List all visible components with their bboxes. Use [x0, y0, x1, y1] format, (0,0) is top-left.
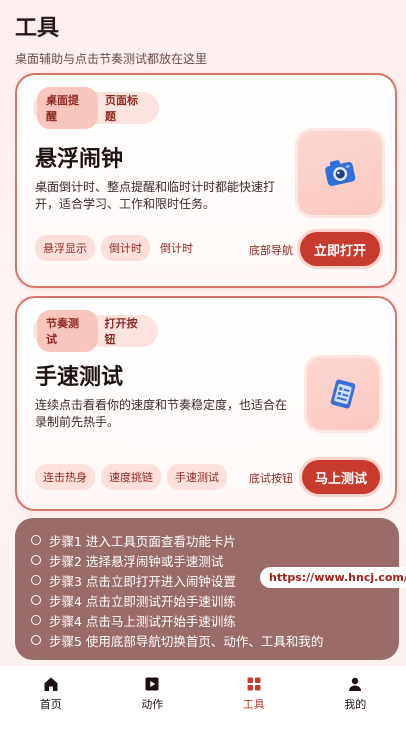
tag-pill[interactable]: 速度挑链 — [101, 464, 161, 490]
tab-tools[interactable]: 工具 — [203, 666, 305, 731]
steps-panel: 步骤1 进入工具页面查看功能卡片 步骤2 选择悬浮闹钟或手速测试 步骤3 点击立… — [15, 518, 406, 660]
speed-card-description: 连续点击看看你的速度和节奏稳定度，也适合在录制前先热手。 — [35, 398, 288, 429]
person-icon — [349, 677, 362, 691]
radio-icon — [31, 535, 41, 545]
radio-icon — [31, 615, 41, 625]
tag-pill[interactable]: 手速测试 — [167, 464, 227, 490]
radio-icon — [31, 555, 41, 565]
radio-icon — [31, 575, 41, 585]
tab-actions[interactable]: 动作 — [102, 666, 204, 731]
page-title: 工具 — [15, 16, 60, 41]
page-header: 工具 桌面辅助与点击节奏测试都放在这里 — [15, 10, 207, 67]
alarm-card: 桌面提醒 页面标题 悬浮闹钟 桌面倒计时、整点提醒和临时计时都能快速打开，适合学… — [15, 73, 397, 288]
alarm-tab-active[interactable]: 桌面提醒 — [37, 87, 98, 129]
tag-plain[interactable]: 倒计时 — [156, 235, 197, 261]
test-now-button[interactable]: 马上测试 — [302, 460, 380, 494]
alarm-nav-hint: 底部导航 — [249, 244, 293, 257]
radio-icon — [31, 595, 41, 605]
step-item: 步骤1 进入工具页面查看功能卡片 — [31, 530, 399, 550]
tag-pill[interactable]: 连击热身 — [35, 464, 95, 490]
bottom-tab-bar: 首页 动作 工具 我的 — [0, 666, 406, 731]
page-subtitle: 桌面辅助与点击节奏测试都放在这里 — [15, 52, 208, 66]
speed-card-title: 手速测试 — [35, 365, 124, 390]
camera-icon — [325, 160, 356, 186]
radio-icon — [31, 635, 41, 645]
url-badge[interactable]: https://www.hncj.com/ — [260, 567, 406, 588]
speed-card-tabs: 节奏测试 打开按钮 — [33, 310, 158, 352]
speed-test-card: 节奏测试 打开按钮 手速测试 连续点击看看你的速度和节奏稳定度，也适合在录制前先… — [15, 296, 397, 511]
speed-card-tags: 连击热身 速度挑链 手速测试 — [35, 464, 227, 490]
alarm-card-description: 桌面倒计时、整点提醒和临时计时都能快速打开，适合学习、工作和限时任务。 — [35, 180, 276, 211]
step-item: 步骤4 点击立即测试开始手速训练 — [31, 590, 399, 610]
alarm-tab-plain[interactable]: 页面标题 — [98, 87, 155, 129]
alarm-card-tags: 悬浮显示 倒计时 倒计时 — [35, 235, 197, 261]
step-item: 步骤4 点击马上测试开始手速训练 — [31, 610, 399, 630]
home-icon — [44, 677, 58, 691]
alarm-thumbnail — [298, 131, 382, 215]
speed-tab-active[interactable]: 节奏测试 — [37, 310, 98, 352]
open-now-button[interactable]: 立即打开 — [300, 232, 380, 266]
step-item: 步骤5 使用底部导航切换首页、动作、工具和我的 — [31, 630, 399, 650]
tab-profile[interactable]: 我的 — [305, 666, 406, 731]
alarm-card-tabs: 桌面提醒 页面标题 — [33, 87, 159, 129]
checklist-icon — [330, 379, 356, 409]
speed-nav-hint: 底试按钮 — [249, 472, 293, 485]
speed-tab-plain[interactable]: 打开按钮 — [98, 310, 155, 352]
tab-home[interactable]: 首页 — [0, 666, 102, 731]
grid-icon — [247, 677, 261, 691]
tag-pill[interactable]: 倒计时 — [101, 235, 150, 261]
alarm-card-title: 悬浮闹钟 — [35, 147, 124, 172]
speed-thumbnail — [307, 358, 379, 430]
play-icon — [145, 677, 159, 691]
tag-pill[interactable]: 悬浮显示 — [35, 235, 95, 261]
